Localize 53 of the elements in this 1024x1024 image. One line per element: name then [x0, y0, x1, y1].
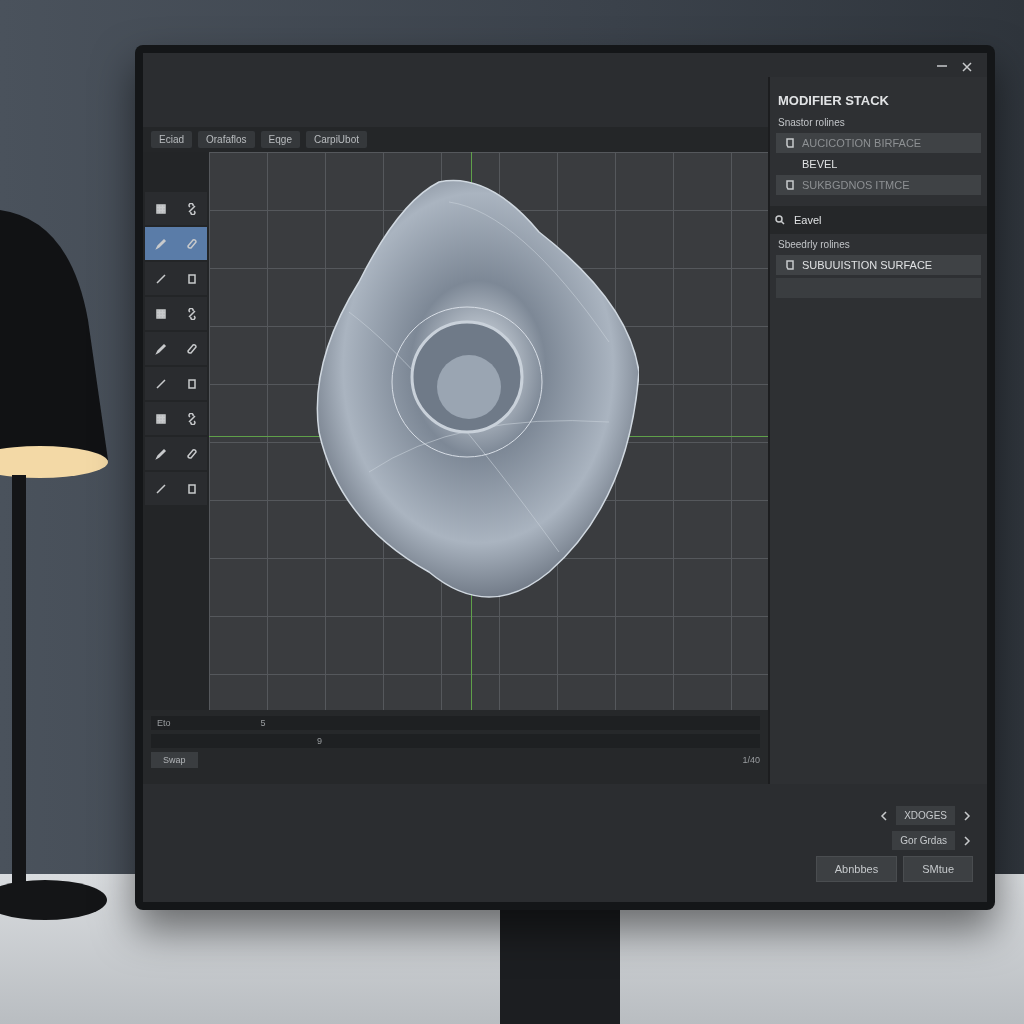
- page-icon: [784, 137, 796, 149]
- grid-icon: [154, 412, 167, 425]
- tool-row[interactable]: [145, 332, 207, 365]
- link-icon: [185, 307, 198, 320]
- tool-row[interactable]: [145, 262, 207, 295]
- tool-row[interactable]: [145, 297, 207, 330]
- swap-button[interactable]: Swap: [151, 752, 198, 768]
- brush-icon: [154, 482, 167, 495]
- tool-row[interactable]: [145, 472, 207, 505]
- dialog-button[interactable]: SMtue: [903, 856, 973, 882]
- pen-icon: [154, 342, 167, 355]
- pen-icon: [154, 237, 167, 250]
- modifier-heading: Eavel: [794, 214, 822, 226]
- modifier-item[interactable]: BEVEL: [776, 156, 981, 172]
- group-label: Snastor rolines: [777, 116, 846, 130]
- stepper-field[interactable]: XDOGES: [896, 806, 955, 825]
- frame-counter: 1/40: [742, 755, 760, 765]
- menu-item[interactable]: Eciad: [151, 131, 192, 148]
- box-icon: [185, 377, 198, 390]
- group-label: Sbeedrly rolines: [777, 238, 851, 252]
- page-icon: [784, 259, 796, 271]
- frame-marker: 9: [317, 736, 322, 746]
- search-icon: [774, 214, 786, 226]
- minimize-icon: [937, 65, 947, 67]
- close-icon: [961, 61, 973, 73]
- brush-icon: [154, 272, 167, 285]
- chevron-right-icon: [961, 834, 973, 847]
- tool-row[interactable]: [145, 192, 207, 225]
- frame-marker: 5: [260, 718, 266, 728]
- grid-icon: [154, 307, 167, 320]
- chevron-right-icon: [961, 809, 973, 822]
- loop-icon: [185, 237, 198, 250]
- tool-row[interactable]: [145, 367, 207, 400]
- box-icon: [185, 272, 198, 285]
- track-label: Eto: [157, 718, 171, 728]
- brush-icon: [154, 377, 167, 390]
- option-field[interactable]: Gor Grdas: [892, 831, 955, 850]
- box-icon: [185, 482, 198, 495]
- modifier-item[interactable]: SUBUUISTION SURFACE: [776, 255, 981, 275]
- pen-icon: [154, 447, 167, 460]
- menu-item[interactable]: Orafaflos: [198, 131, 255, 148]
- page-icon: [784, 179, 796, 191]
- tool-row[interactable]: [145, 437, 207, 470]
- menu-item[interactable]: CarpiUbot: [305, 131, 367, 148]
- panel-title: MODIFIER STACK: [777, 92, 890, 110]
- loop-icon: [185, 447, 198, 460]
- loop-icon: [185, 342, 198, 355]
- link-icon: [185, 412, 198, 425]
- dialog-button[interactable]: Abnbbes: [815, 856, 898, 882]
- link-icon: [185, 202, 198, 215]
- menu-item[interactable]: Eqge: [260, 131, 300, 148]
- grid-icon: [154, 202, 167, 215]
- tool-row[interactable]: [145, 402, 207, 435]
